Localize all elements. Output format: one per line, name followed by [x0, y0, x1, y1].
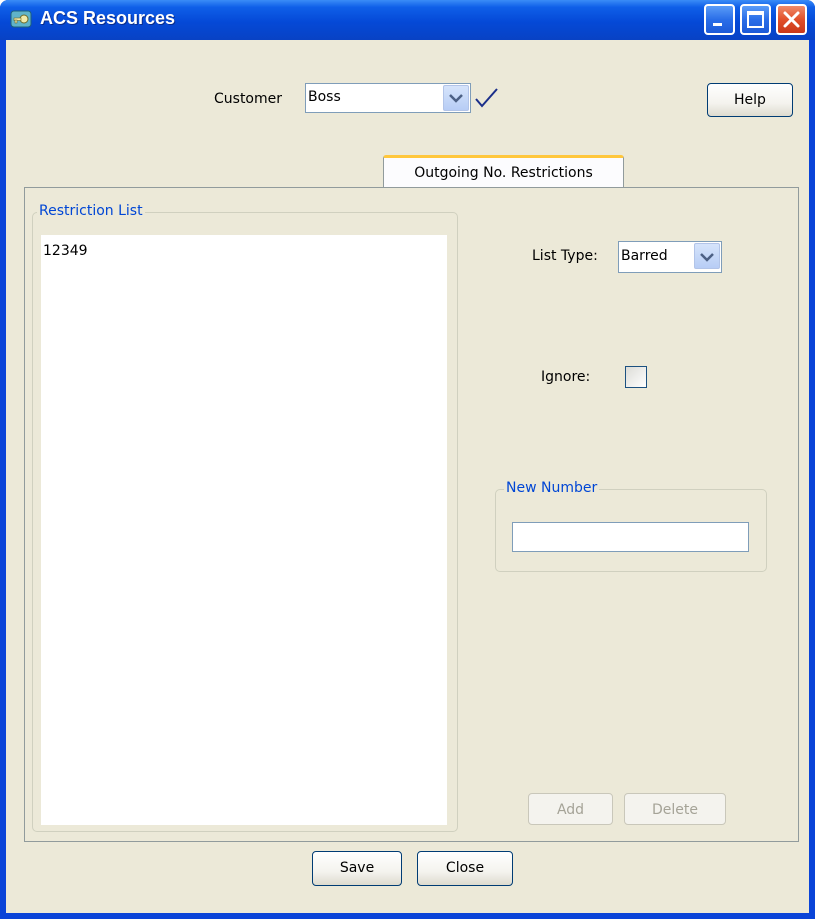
- delete-button[interactable]: Delete: [624, 793, 726, 825]
- ignore-label: Ignore:: [541, 369, 591, 385]
- minimize-icon: [713, 23, 722, 26]
- window-content: Customer Boss Help Outgoing No. Restrict…: [6, 40, 809, 913]
- restriction-list-title: Restriction List: [37, 203, 145, 219]
- restriction-listbox[interactable]: 12349: [41, 235, 447, 825]
- new-number-input[interactable]: [512, 522, 749, 552]
- add-button[interactable]: Add: [528, 793, 613, 825]
- tab-outgoing-restrictions[interactable]: Outgoing No. Restrictions: [383, 155, 624, 188]
- customer-label: Customer: [214, 91, 283, 107]
- maximize-icon: [747, 11, 764, 28]
- list-type-dropdown[interactable]: Barred: [618, 241, 722, 273]
- list-type-label: List Type:: [532, 248, 598, 264]
- ignore-checkbox[interactable]: [625, 366, 647, 388]
- minimize-button[interactable]: [704, 4, 735, 35]
- app-window: ACS Resources Customer Boss Help Outgoin…: [0, 0, 815, 919]
- close-icon: [783, 11, 800, 28]
- help-button[interactable]: Help: [707, 83, 793, 117]
- title-bar[interactable]: ACS Resources: [0, 0, 815, 40]
- chevron-down-icon[interactable]: [694, 243, 720, 269]
- close-button[interactable]: Close: [417, 851, 513, 886]
- maximize-button[interactable]: [740, 4, 771, 35]
- save-button[interactable]: Save: [312, 851, 402, 886]
- app-key-icon: [10, 9, 32, 29]
- list-type-value: Barred: [621, 248, 668, 264]
- new-number-title: New Number: [504, 480, 600, 496]
- window-title: ACS Resources: [40, 8, 176, 28]
- customer-dropdown[interactable]: Boss: [305, 83, 471, 113]
- checkmark-icon: [473, 86, 499, 114]
- list-item[interactable]: 12349: [41, 235, 447, 259]
- customer-value: Boss: [308, 89, 341, 105]
- chevron-down-icon[interactable]: [443, 85, 469, 111]
- close-window-button[interactable]: [776, 4, 807, 35]
